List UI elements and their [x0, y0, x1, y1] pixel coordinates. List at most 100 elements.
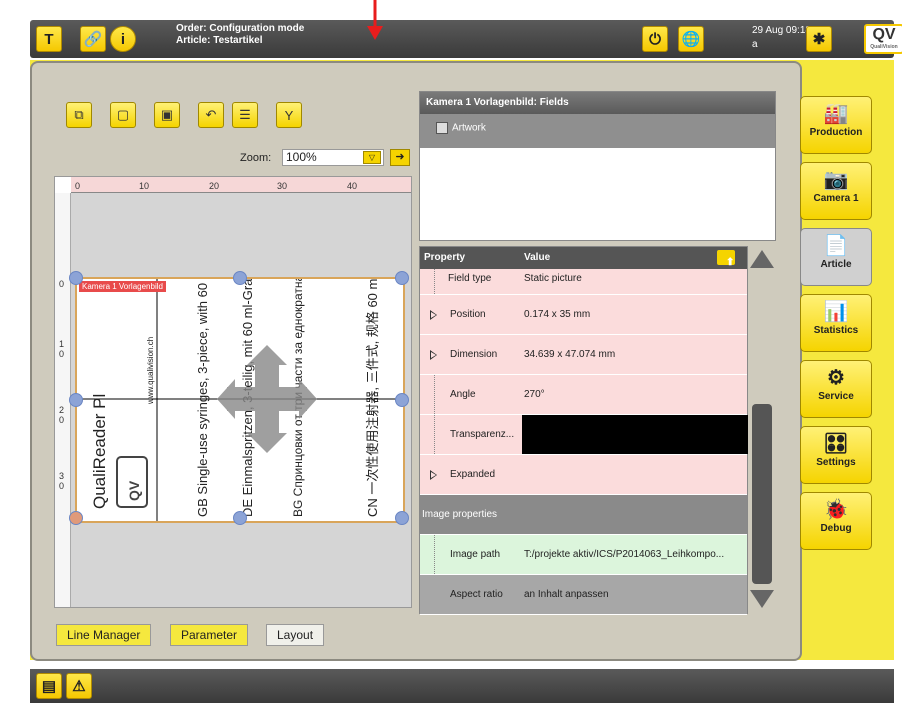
label-line-cn: CN 一次性使用注射器, 三件式, 规格 60 ml: [365, 279, 380, 517]
warning-icon: ⚠: [72, 678, 86, 695]
tab-parameter[interactable]: Parameter: [170, 624, 249, 646]
property-row-dimension[interactable]: Dimension 34.639 x 47.074 mm: [420, 335, 747, 375]
zoom-label: Zoom:: [240, 152, 272, 164]
zoom-select[interactable]: 100% ▽: [282, 149, 384, 166]
globe-icon: 🌐: [681, 31, 701, 48]
language-button[interactable]: 🌐: [678, 26, 704, 52]
scroll-thumb[interactable]: [752, 404, 772, 584]
resize-handle[interactable]: [69, 271, 83, 285]
scroll-down-icon[interactable]: [750, 590, 774, 608]
resize-handle[interactable]: [233, 271, 247, 285]
property-row-angle[interactable]: Angle 270°: [420, 375, 747, 415]
resize-handle[interactable]: [69, 511, 83, 525]
property-row-expanded[interactable]: Expanded: [420, 455, 747, 495]
resize-handle[interactable]: [395, 511, 409, 525]
expand-triangle-icon: [430, 350, 437, 360]
ruler-tick: 40: [347, 181, 358, 191]
login-button[interactable]: ✱: [806, 26, 832, 52]
property-row-field-type[interactable]: Field type Static picture: [420, 269, 747, 295]
user-icon: ✱: [812, 31, 826, 48]
marker-icon: Y: [284, 107, 294, 123]
image-field-button[interactable]: ▣: [154, 102, 180, 128]
property-key: Dimension: [450, 349, 498, 360]
property-row-image-path[interactable]: Image path T:/projekte aktiv/ICS/P201406…: [420, 535, 747, 575]
image-icon: ▣: [160, 107, 174, 122]
bar-chart-icon: 📊: [823, 301, 849, 323]
property-key: Expanded: [450, 469, 496, 480]
bottom-bar: ▤ ⚠: [30, 669, 894, 703]
nav-production[interactable]: 🏭 Production: [800, 96, 872, 154]
property-row-transparency[interactable]: Transparenz...: [420, 415, 748, 455]
property-value: 270°: [524, 389, 545, 400]
gears-icon: ⚙: [827, 367, 845, 389]
nav-label: Production: [809, 127, 863, 138]
ruler-tick: 20: [209, 181, 220, 191]
nav-label: Statistics: [813, 325, 859, 336]
new-field-button[interactable]: ▢: [110, 102, 136, 128]
factory-icon: 🏭: [823, 103, 849, 125]
resize-handle[interactable]: [69, 393, 83, 407]
copy-icon: ⧉: [74, 107, 84, 122]
info-button[interactable]: i: [110, 26, 136, 52]
artwork-image[interactable]: QualiReader Pl www.qualivision.ch QV GB …: [75, 177, 405, 523]
nav-debug[interactable]: 🐞 Debug: [800, 492, 872, 550]
label-line-gb: GB Single-use syringes, 3-piece, with 60…: [195, 279, 210, 517]
properties-panel: Property Value ⬆ Field type Static pictu…: [419, 246, 748, 615]
nav-article[interactable]: 📄 Article: [800, 228, 872, 286]
ruler-tick: 1: [59, 339, 65, 349]
list-icon: ▤: [41, 678, 57, 695]
log-button[interactable]: ▤: [36, 673, 62, 699]
order-value: Configuration mode: [209, 23, 305, 34]
label-logo-text: QV: [126, 480, 142, 501]
layer-tag: Kamera 1 Vorlagenbild: [79, 281, 166, 292]
resize-handle[interactable]: [395, 393, 409, 407]
nav-label: Debug: [820, 523, 852, 534]
property-row-position[interactable]: Position 0.174 x 35 mm: [420, 295, 747, 335]
picture-icon: [436, 122, 448, 134]
tab-label: Layout: [277, 628, 314, 642]
nav-statistics[interactable]: 📊 Statistics: [800, 294, 872, 352]
arrow-up-icon: ⬆: [726, 257, 735, 268]
undo-button[interactable]: ↶: [198, 102, 224, 128]
nav-settings[interactable]: 🎛 Settings: [800, 426, 872, 484]
warning-button[interactable]: ⚠: [66, 673, 92, 699]
tab-label: Parameter: [181, 628, 238, 642]
ruler-tick: 0: [75, 181, 81, 191]
tab-layout[interactable]: Layout: [266, 624, 325, 646]
align-button[interactable]: ☰: [232, 102, 258, 128]
resize-handle[interactable]: [233, 511, 247, 525]
new-page-icon: ▢: [116, 107, 130, 122]
power-button[interactable]: ⏻: [642, 26, 668, 52]
document-icon: 📄: [823, 235, 849, 257]
tab-line-manager[interactable]: Line Manager: [56, 624, 152, 646]
order-label: Order:: [176, 23, 207, 34]
property-value: Static picture: [524, 273, 582, 284]
column-property: Property: [424, 252, 466, 263]
layout-canvas[interactable]: 0 10 20 30 40 0 1 0 2 0 3 0 QualiReader …: [54, 176, 412, 608]
tree-line: [434, 269, 435, 294]
nav-camera[interactable]: 📷 Camera 1: [800, 162, 872, 220]
tools-menu-button[interactable]: 🔗: [80, 26, 106, 52]
nav-service[interactable]: ⚙ Service: [800, 360, 872, 418]
section-image-properties[interactable]: Image properties: [420, 495, 747, 535]
zoom-apply-button[interactable]: ➜: [390, 149, 410, 166]
text-mode-button[interactable]: T: [36, 26, 62, 52]
arrow-right-icon: ➜: [395, 151, 405, 163]
top-bar: T 🔗 i Order: Configuration mode Article:…: [30, 20, 902, 58]
resize-handle[interactable]: [395, 271, 409, 285]
zoom-value: 100%: [286, 150, 317, 164]
property-row-aspect-ratio[interactable]: Aspect ratio an Inhalt anpassen: [420, 575, 747, 615]
scroll-up-icon[interactable]: [750, 250, 774, 268]
align-icon: ☰: [239, 107, 251, 122]
transparency-color-swatch[interactable]: [522, 415, 748, 454]
ruler-tick: 2: [59, 405, 65, 415]
label-brand-text: QualiReader Pl: [90, 394, 109, 509]
add-marker-button[interactable]: Y: [276, 102, 302, 128]
copy-button[interactable]: ⧉: [66, 102, 92, 128]
expand-triangle-icon: [430, 470, 437, 480]
tree-line: [434, 415, 435, 454]
nav-label: Camera 1: [813, 193, 859, 204]
field-item-artwork[interactable]: Artwork: [420, 114, 775, 148]
collapse-up-button[interactable]: ⬆: [717, 250, 735, 268]
section-label: Image properties: [422, 509, 498, 520]
